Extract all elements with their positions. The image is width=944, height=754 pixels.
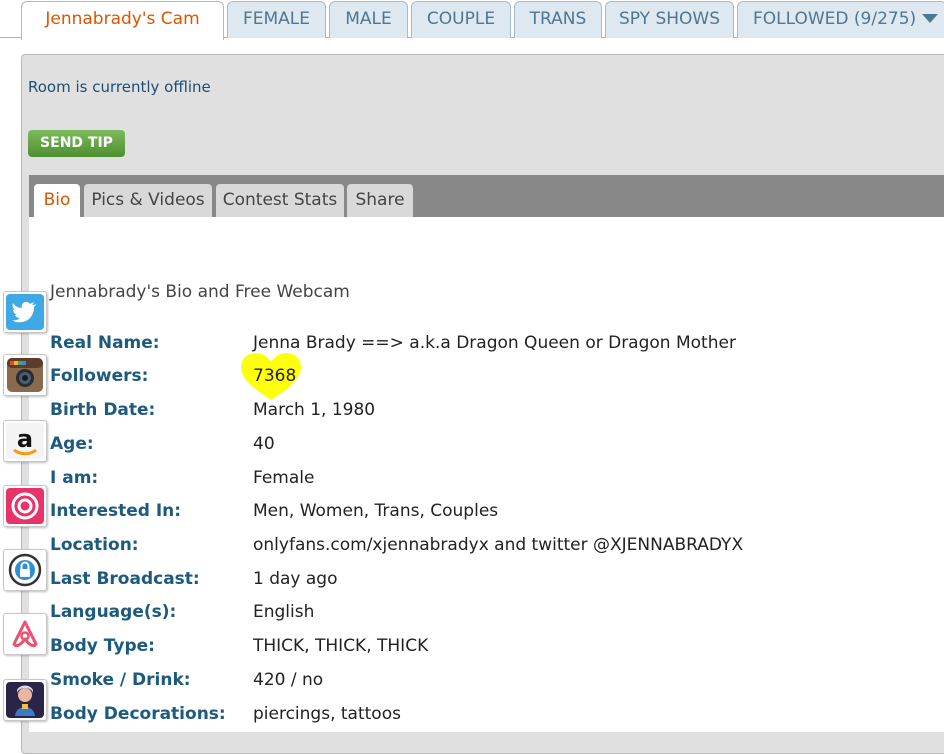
bio-value-languages: English xyxy=(253,602,315,622)
sub-tab-bar: Bio Pics & Videos Contest Stats Share xyxy=(29,175,944,217)
bio-value-interested-in: Men, Women, Trans, Couples xyxy=(253,501,499,521)
tab-male[interactable]: MALE xyxy=(329,1,408,38)
bio-value-body-decorations: piercings, tattoos xyxy=(253,704,401,724)
bio-label-birth-date: Birth Date: xyxy=(50,400,156,420)
tab-label: Pics & Videos xyxy=(91,190,205,210)
tab-pics-videos[interactable]: Pics & Videos xyxy=(84,184,212,217)
bio-label-interested-in: Interested In: xyxy=(50,501,182,521)
top-tab-bar: Jennabrady's Cam FEMALE MALE COUPLE TRAN… xyxy=(0,0,944,40)
tab-label: FOLLOWED (9/275) xyxy=(753,9,917,29)
tab-label: Share xyxy=(355,190,405,210)
tab-couple[interactable]: COUPLE xyxy=(411,1,511,38)
tab-label: SPY SHOWS xyxy=(618,9,720,29)
tab-label: Bio xyxy=(43,190,71,210)
send-tip-button[interactable]: SEND TIP xyxy=(28,130,125,157)
bio-label-body-type: Body Type: xyxy=(50,636,155,656)
lock-icon xyxy=(8,553,42,587)
twitter-share-button[interactable] xyxy=(3,291,47,333)
bio-label-location: Location: xyxy=(50,535,139,555)
twitter-icon xyxy=(6,294,44,330)
tab-followed[interactable]: FOLLOWED (9/275) xyxy=(737,1,944,38)
bio-value-birth-date: March 1, 1980 xyxy=(253,400,376,420)
tab-spy-shows[interactable]: SPY SHOWS xyxy=(605,1,734,38)
bio-value-age: 40 xyxy=(253,434,275,454)
tab-jennabradys-cam[interactable]: Jennabrady's Cam xyxy=(21,1,224,40)
chevron-down-icon xyxy=(922,13,939,23)
lock-share-button[interactable] xyxy=(3,549,47,591)
bio-value-followers: 7368 xyxy=(253,366,297,386)
onlyfans-icon xyxy=(6,488,44,524)
bio-value-real-name: Jenna Brady ==> a.k.a Dragon Queen or Dr… xyxy=(253,333,736,353)
tab-label: MALE xyxy=(345,9,392,29)
bio-value-location: onlyfans.com/xjennabradyx and twitter @X… xyxy=(253,535,744,555)
room-status: Room is currently offline xyxy=(28,78,211,96)
bio-label-i-am: I am: xyxy=(50,468,99,488)
tab-bio[interactable]: Bio xyxy=(34,184,80,217)
airbnb-icon xyxy=(6,616,44,652)
avatar-icon xyxy=(6,682,44,718)
instagram-icon xyxy=(7,358,43,392)
bio-label-smoke-drink: Smoke / Drink: xyxy=(50,670,191,690)
tab-label: Jennabrady's Cam xyxy=(45,9,200,29)
bio-value-body-type: THICK, THICK, THICK xyxy=(253,636,429,656)
instagram-share-button[interactable] xyxy=(3,354,47,396)
tab-contest-stats[interactable]: Contest Stats xyxy=(216,184,344,217)
tab-trans[interactable]: TRANS xyxy=(514,1,602,38)
svg-text:a: a xyxy=(17,425,33,453)
bio-title: Jennabrady's Bio and Free Webcam xyxy=(50,282,350,302)
bio-label-followers: Followers: xyxy=(50,366,149,386)
tab-label: FEMALE xyxy=(242,9,311,29)
bio-value-smoke-drink: 420 / no xyxy=(253,670,324,690)
tab-label: TRANS xyxy=(529,9,587,29)
bio-label-last-broadcast: Last Broadcast: xyxy=(50,569,200,589)
tab-label: Contest Stats xyxy=(222,190,338,210)
avatar-share-button[interactable] xyxy=(3,679,47,721)
bio-label-body-decorations: Body Decorations: xyxy=(50,704,226,724)
amazon-icon: a xyxy=(6,423,44,459)
bio-value-i-am: Female xyxy=(253,468,315,488)
tab-share[interactable]: Share xyxy=(347,184,413,217)
bio-label-languages: Language(s): xyxy=(50,602,177,622)
bio-value-last-broadcast: 1 day ago xyxy=(253,569,338,589)
onlyfans-share-button[interactable] xyxy=(3,485,47,527)
airbnb-share-button[interactable] xyxy=(3,613,47,655)
tab-label: COUPLE xyxy=(426,9,496,29)
bio-label-real-name: Real Name: xyxy=(50,333,160,353)
bio-label-age: Age: xyxy=(50,434,94,454)
tab-female[interactable]: FEMALE xyxy=(227,1,326,38)
amazon-share-button[interactable]: a xyxy=(3,420,47,462)
